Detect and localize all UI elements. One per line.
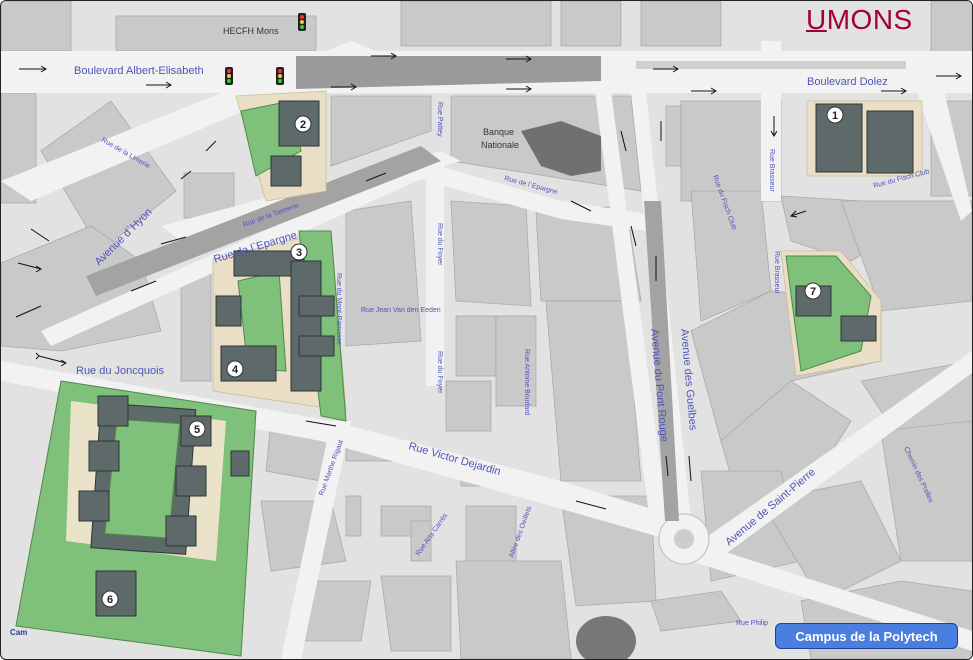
label-dolez: Boulevard Dolez [807, 76, 888, 88]
credit-mark: Cam [10, 628, 28, 637]
label-brasseur-1: Rue Brasseur [768, 149, 775, 192]
label-nationale: Nationale [481, 140, 519, 150]
label-brasseur-2: Rue Brasseur [773, 251, 780, 294]
marker-4: 4 [226, 360, 244, 378]
traffic-light-icon [225, 67, 233, 85]
marker-2: 2 [294, 115, 312, 133]
label-foyer-2: Rue du Foyer [436, 351, 443, 394]
marker-1: 1 [826, 106, 844, 124]
campus-title-badge: Campus de la Polytech [775, 623, 958, 649]
label-joncquois: Rue du Joncquois [76, 365, 165, 377]
site-2 [235, 90, 327, 202]
marker-5: 5 [188, 420, 206, 438]
label-foyer-1: Rue du Foyer [436, 223, 443, 266]
label-mont-parnasse: Rue du Mont-Parnasse [335, 273, 342, 345]
marker-7-label: 7 [810, 286, 816, 298]
label-philippe: Rue Philip [736, 620, 768, 627]
label-albert-elisabeth: Boulevard Albert-Elisabeth [74, 65, 204, 77]
umons-logo: UMONS [806, 4, 913, 36]
traffic-light-icon [298, 13, 306, 31]
label-banque: Banque [483, 127, 514, 137]
label-hecfh: HECFH Mons [223, 26, 279, 36]
campus-map: 1 2 3 4 5 6 7 HECFH Mons Banque National… [1, 1, 972, 659]
label-jean-van-den-eeden: Rue Jean Van den Eeden [361, 307, 441, 314]
label-antoine-bourlard: Rue Antoine Bourlard [523, 349, 530, 416]
site-5-6 [15, 380, 257, 657]
marker-5-label: 5 [194, 424, 200, 436]
marker-6-label: 6 [107, 594, 113, 606]
marker-3-label: 3 [296, 247, 302, 259]
marker-2-label: 2 [300, 119, 306, 131]
label-pattey: Rue Pattey [436, 102, 443, 137]
logo-u: U [806, 4, 827, 35]
site-1 [806, 100, 923, 177]
marker-7: 7 [804, 282, 822, 300]
marker-4-label: 4 [232, 364, 239, 376]
marker-6: 6 [101, 590, 119, 608]
marker-1-label: 1 [832, 110, 838, 122]
logo-rest: MONS [826, 4, 913, 35]
traffic-light-icon [276, 67, 284, 85]
marker-3: 3 [290, 243, 308, 261]
map-frame: 1 2 3 4 5 6 7 HECFH Mons Banque National… [0, 0, 973, 660]
